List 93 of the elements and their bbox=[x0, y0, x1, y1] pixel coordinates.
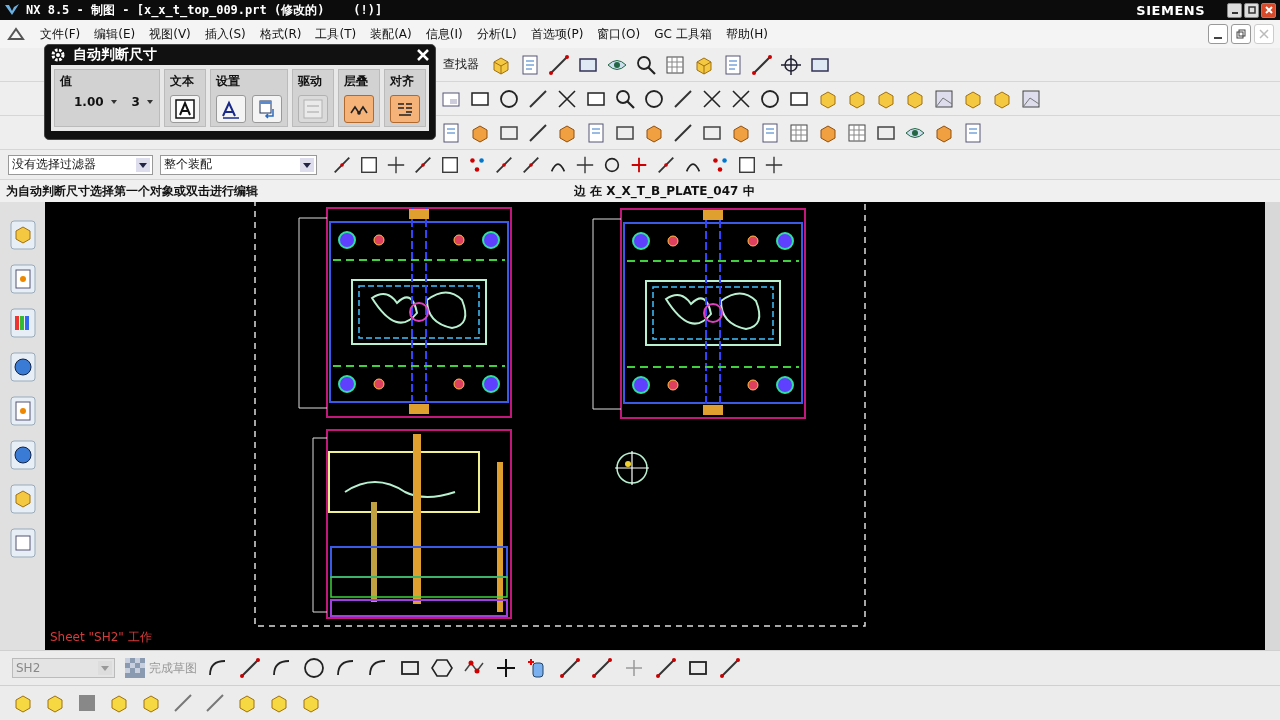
menu-item[interactable]: 窗口(O) bbox=[597, 25, 641, 43]
window-arrow-icon bbox=[257, 99, 277, 119]
magnifier-icon[interactable] bbox=[635, 53, 657, 76]
line-icon[interactable] bbox=[672, 121, 694, 144]
close-icon bbox=[1264, 6, 1273, 14]
line-icon[interactable] bbox=[591, 657, 613, 679]
reuse-settings-button[interactable] bbox=[252, 95, 282, 123]
hexagon-icon[interactable] bbox=[431, 657, 453, 679]
minimize-button[interactable] bbox=[1227, 2, 1242, 18]
line-icon[interactable] bbox=[655, 657, 677, 679]
line-icon[interactable] bbox=[413, 154, 433, 175]
precision-dropdown[interactable]: 3 bbox=[131, 95, 154, 109]
line-icon[interactable] bbox=[548, 53, 570, 76]
line-icon[interactable] bbox=[656, 154, 676, 175]
resource-sheet-icon[interactable] bbox=[9, 396, 36, 426]
group-label: 驱动 bbox=[298, 73, 323, 90]
maximize-button[interactable] bbox=[1244, 2, 1259, 18]
plus-icon[interactable] bbox=[495, 657, 517, 679]
status-text: 边 在 X_X_T_B_PLATE_047 中 bbox=[574, 182, 755, 200]
line-icon[interactable] bbox=[751, 53, 773, 76]
rectangle-icon[interactable] bbox=[440, 154, 460, 175]
settings-button[interactable] bbox=[216, 95, 246, 123]
crosshair-icon[interactable] bbox=[730, 87, 752, 110]
dialog-title: 自动判断尺寸 bbox=[73, 46, 157, 64]
settings-icon[interactable] bbox=[51, 48, 65, 62]
sheet-status-label: Sheet "SH2" 工作 bbox=[50, 629, 152, 646]
line-icon[interactable] bbox=[719, 657, 741, 679]
app-logo-icon bbox=[4, 3, 20, 17]
circle-icon[interactable] bbox=[643, 87, 665, 110]
maximize-icon bbox=[1247, 6, 1256, 14]
line-icon[interactable] bbox=[239, 657, 261, 679]
group-label: 对齐 bbox=[390, 73, 415, 90]
menu-item[interactable]: 工具(T) bbox=[315, 25, 357, 43]
close-icon bbox=[1259, 29, 1269, 39]
crosshair-icon[interactable] bbox=[780, 53, 802, 76]
grip-icon bbox=[6, 25, 26, 43]
restore-icon bbox=[1236, 29, 1246, 39]
group-label: 层叠 bbox=[344, 73, 369, 90]
close-icon bbox=[417, 49, 429, 61]
menu-item[interactable]: 首选项(P) bbox=[530, 25, 584, 43]
checkered-flag-icon bbox=[125, 658, 145, 678]
brand-label: SIEMENS bbox=[1136, 2, 1205, 18]
text-icon bbox=[175, 99, 195, 119]
menu-item[interactable]: 文件(F) bbox=[40, 25, 81, 43]
line-icon[interactable] bbox=[494, 154, 514, 175]
resource-sheet-icon[interactable] bbox=[9, 264, 36, 294]
circle-icon[interactable] bbox=[303, 657, 325, 679]
scrollbar[interactable] bbox=[1265, 202, 1280, 650]
line-icon[interactable] bbox=[521, 154, 541, 175]
close-button[interactable] bbox=[1261, 2, 1276, 18]
menu-item[interactable]: 装配(A) bbox=[370, 25, 412, 43]
menu-item[interactable]: 视图(V) bbox=[149, 25, 191, 43]
prompt-text: 为自动判断尺寸选择第一个对象或双击进行编辑 bbox=[6, 182, 258, 200]
menu-item[interactable]: 格式(R) bbox=[259, 25, 302, 43]
group-label: 文本 bbox=[170, 73, 195, 90]
minimize-icon bbox=[1214, 37, 1222, 39]
crosshair-icon[interactable] bbox=[701, 87, 723, 110]
settings-icon bbox=[221, 99, 241, 119]
menu-item[interactable]: GC 工具箱 bbox=[654, 25, 712, 43]
line-icon[interactable] bbox=[559, 657, 581, 679]
caret-icon bbox=[109, 99, 118, 105]
group-label: 值 bbox=[60, 73, 73, 90]
line-icon[interactable] bbox=[527, 87, 549, 110]
resource-rectangle-icon[interactable] bbox=[9, 528, 36, 558]
rectangle-icon[interactable] bbox=[737, 154, 757, 175]
menu-item[interactable]: 编辑(E) bbox=[94, 25, 136, 43]
group-label: 设置 bbox=[216, 73, 241, 90]
restore-button[interactable] bbox=[1231, 24, 1251, 44]
close-button[interactable] bbox=[415, 47, 431, 63]
filter-dropdown[interactable]: 没有选择过滤器 bbox=[8, 154, 153, 175]
menu-item[interactable]: 插入(S) bbox=[204, 25, 246, 43]
text-button[interactable] bbox=[170, 95, 200, 123]
finder-label[interactable]: 查找器 bbox=[443, 56, 479, 73]
detail-callout-drawing bbox=[614, 450, 650, 486]
filter-dropdown[interactable]: 整个装配 bbox=[160, 154, 317, 175]
magnifier-icon[interactable] bbox=[614, 87, 636, 110]
caret-icon bbox=[145, 99, 154, 105]
minimize-button[interactable] bbox=[1208, 24, 1228, 44]
rectangle-icon[interactable] bbox=[359, 154, 379, 175]
line-icon[interactable] bbox=[527, 121, 549, 144]
line-icon[interactable] bbox=[672, 87, 694, 110]
menu-item[interactable]: 信息(I) bbox=[425, 25, 463, 43]
crosshair-icon[interactable] bbox=[556, 87, 578, 110]
menu-item[interactable]: 分析(L) bbox=[476, 25, 517, 43]
driving-icon bbox=[303, 99, 323, 119]
value-dropdown[interactable]: 1.00 bbox=[74, 95, 118, 109]
stack-button[interactable] bbox=[344, 95, 374, 123]
circle-icon[interactable] bbox=[498, 87, 520, 110]
window-title: NX 8.5 - 制图 - [x_x_t_top_009.prt (修改的) (!)] bbox=[26, 1, 383, 19]
circle-icon[interactable] bbox=[759, 87, 781, 110]
align-button[interactable] bbox=[390, 95, 420, 123]
menu-item[interactable]: 帮助(H) bbox=[725, 25, 769, 43]
line-icon[interactable] bbox=[332, 154, 352, 175]
